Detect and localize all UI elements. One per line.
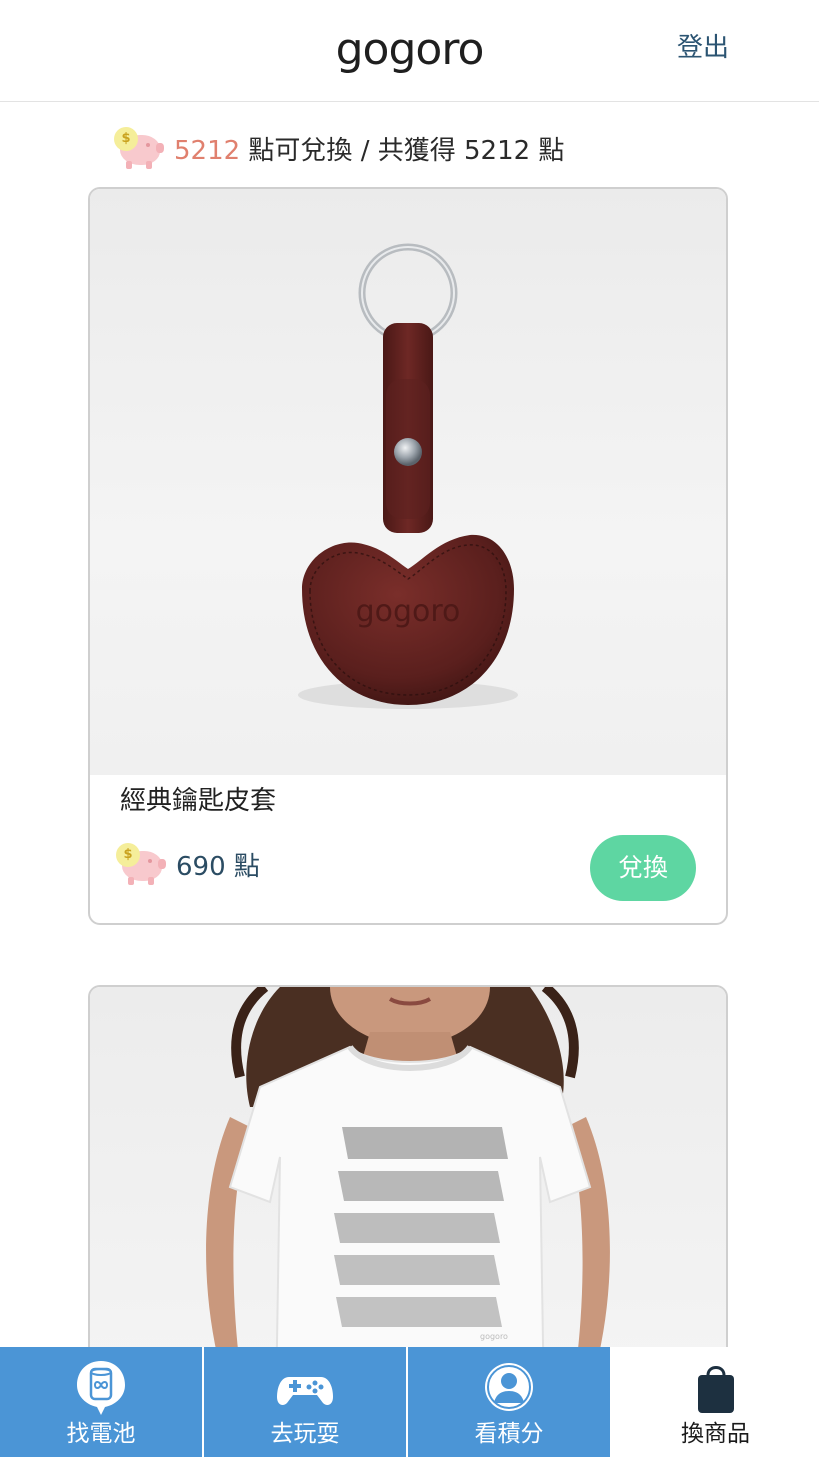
nav-shop[interactable]: 換商品: [612, 1347, 819, 1457]
top-header: gogoro 登出: [0, 0, 819, 102]
product-card[interactable]: gogoro 經典鑰匙皮套 $ 690 點 兌換: [88, 187, 728, 925]
embossed-logo: gogoro: [356, 594, 461, 629]
product-name: 經典鑰匙皮套: [120, 786, 277, 816]
logout-button[interactable]: 登出: [677, 30, 729, 66]
price-row: $ 690 點: [114, 841, 260, 887]
user-circle-icon: [485, 1363, 533, 1411]
redeem-button[interactable]: 兌換: [590, 835, 696, 901]
product-image[interactable]: gogoro: [90, 189, 726, 775]
piggy-bank-icon: $: [112, 125, 164, 171]
points-description: 點可兌換 / 共獲得 5212 點: [240, 135, 565, 166]
key-holder-illustration: gogoro: [298, 243, 518, 709]
points-text: 5212 點可兌換 / 共獲得 5212 點: [174, 130, 564, 167]
page: gogoro 登出 $ 5212 點可兌換 / 共獲得 5212 點 gogor…: [0, 0, 819, 1457]
shirt-tag: gogoro: [480, 1332, 508, 1341]
nav-points[interactable]: 看積分: [408, 1347, 612, 1457]
nav-label: 換商品: [681, 1421, 750, 1447]
nav-find-battery[interactable]: 找電池: [0, 1347, 204, 1457]
nav-play[interactable]: 去玩耍: [204, 1347, 408, 1457]
product-price: 690 點: [176, 851, 260, 882]
nav-label: 找電池: [66, 1421, 136, 1447]
bottom-navigation: 找電池 去玩耍 看積分 換商品: [0, 1347, 819, 1457]
shopping-bag-icon: [697, 1366, 734, 1413]
available-points: 5212: [174, 135, 241, 166]
nav-label: 看積分: [474, 1421, 544, 1447]
points-summary: $ 5212 點可兌換 / 共獲得 5212 點: [112, 124, 564, 172]
piggy-bank-icon: $: [114, 841, 166, 887]
gamepad-icon: [277, 1377, 333, 1405]
nav-label: 去玩耍: [270, 1421, 340, 1447]
battery-pin-icon: [77, 1361, 125, 1415]
